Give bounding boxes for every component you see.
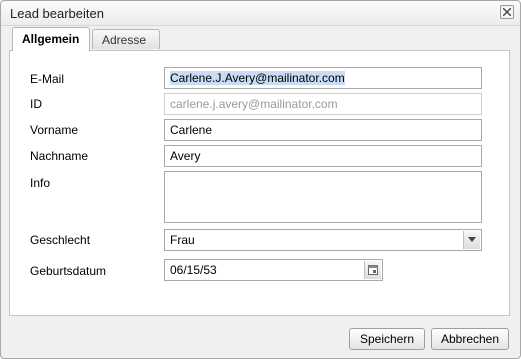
id-value: carlene.j.avery@mailinator.com xyxy=(170,97,338,111)
vorname-value: Carlene xyxy=(170,123,213,137)
save-button[interactable]: Speichern xyxy=(349,328,425,350)
geschlecht-value: Frau xyxy=(170,233,195,247)
close-icon xyxy=(503,8,511,16)
dialog-titlebar: Lead bearbeiten xyxy=(1,1,520,26)
email-value: Carlene.J.Avery@mailinator.com xyxy=(170,71,345,85)
nachname-field[interactable]: Avery xyxy=(164,145,482,167)
form-panel: E-Mail Carlene.J.Avery@mailinator.com ID… xyxy=(9,50,510,316)
calendar-button[interactable] xyxy=(364,261,381,279)
tab-label: Adresse xyxy=(102,33,147,47)
geburtsdatum-field[interactable]: 06/15/53 xyxy=(164,259,383,281)
vorname-field[interactable]: Carlene xyxy=(164,119,482,141)
info-textarea[interactable] xyxy=(164,171,482,223)
geburtsdatum-label: Geburtsdatum xyxy=(30,264,107,278)
chevron-down-icon xyxy=(468,237,476,242)
dropdown-trigger[interactable] xyxy=(463,231,480,249)
calendar-icon xyxy=(368,265,378,275)
geburtsdatum-value: 06/15/53 xyxy=(170,263,217,277)
tab-allgemein[interactable]: Allgemein xyxy=(12,27,90,51)
geschlecht-label: Geschlecht xyxy=(30,233,91,247)
vorname-label: Vorname xyxy=(30,123,79,137)
cancel-button[interactable]: Abbrechen xyxy=(431,328,509,350)
dialog-title: Lead bearbeiten xyxy=(10,6,104,21)
email-label: E-Mail xyxy=(30,72,65,86)
id-label: ID xyxy=(30,97,42,111)
tab-adresse[interactable]: Adresse xyxy=(92,29,160,49)
nachname-value: Avery xyxy=(170,149,201,163)
geschlecht-select[interactable]: Frau xyxy=(164,229,482,251)
id-field: carlene.j.avery@mailinator.com xyxy=(164,93,482,115)
email-field[interactable]: Carlene.J.Avery@mailinator.com xyxy=(164,67,482,89)
tab-label: Allgemein xyxy=(22,32,80,46)
info-label: Info xyxy=(30,176,51,190)
nachname-label: Nachname xyxy=(30,149,89,163)
close-button[interactable] xyxy=(500,5,514,19)
